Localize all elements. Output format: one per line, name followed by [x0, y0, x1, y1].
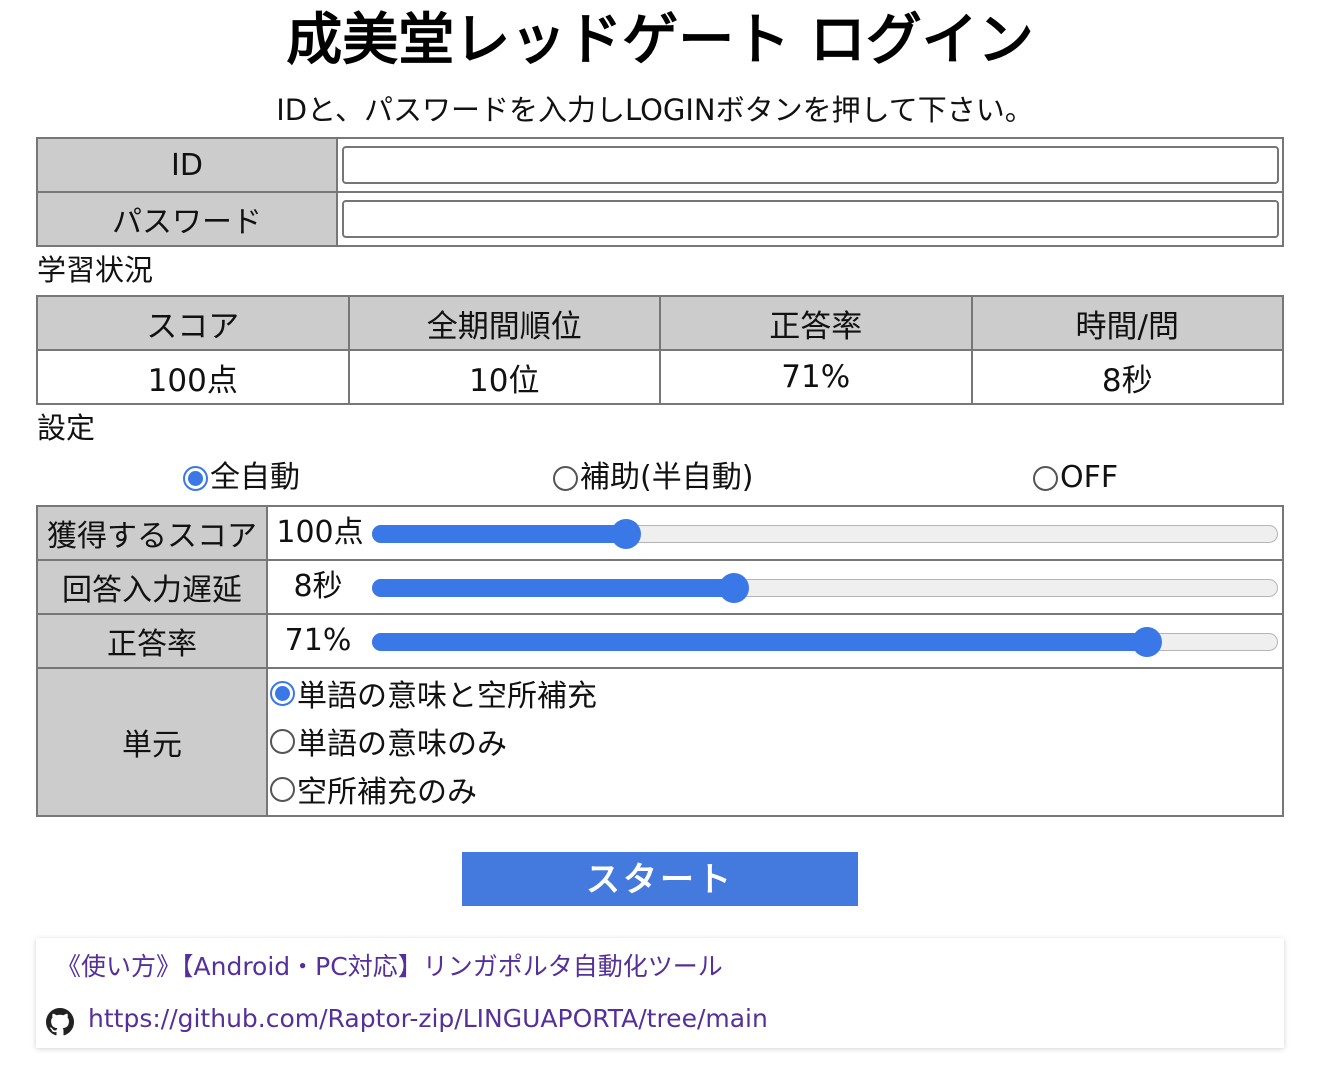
delay-slider-thumb[interactable]	[719, 573, 750, 603]
login-page: 成美堂レッドゲート ログイン IDと、パスワードを入力しLOGINボタンを押して…	[0, 0, 1326, 1084]
guide-link[interactable]: 《使い方》【Android・PC対応】リンガポルタ自動化ツール	[56, 947, 723, 987]
instruction-text: IDと、パスワードを入力しLOGINボタンを押して下さい。	[276, 93, 1034, 127]
unit-option-meaning-only[interactable]: 単語の意味のみ	[268, 717, 1282, 765]
github-link[interactable]: https://github.com/Raptor-zip/LINGUAPORT…	[88, 999, 768, 1039]
password-row: パスワード	[36, 191, 1284, 247]
unit-option-blank-only[interactable]: 空所補充のみ	[268, 765, 1282, 813]
unit-radio-meaning-only[interactable]	[270, 728, 295, 754]
password-input[interactable]	[342, 200, 1279, 238]
mode-radio-off[interactable]	[1033, 465, 1058, 491]
score-slider[interactable]	[372, 519, 1278, 549]
status-header-time: 時間/問	[970, 295, 1284, 351]
mode-label-full-auto: 全自動	[210, 460, 300, 495]
accuracy-setting-value: 71%	[284, 623, 352, 658]
mode-label-off: OFF	[1060, 460, 1119, 495]
start-button[interactable]: スタート	[462, 852, 858, 906]
accuracy-setting-label: 正答率	[36, 613, 268, 669]
score-setting-cell: 100点	[266, 505, 1284, 561]
status-header-row: スコア 全期間順位 正答率 時間/問	[36, 295, 1284, 351]
unit-label-meaning-only: 単語の意味のみ	[297, 727, 507, 762]
id-input[interactable]	[342, 146, 1279, 184]
score-setting-label: 獲得するスコア	[36, 505, 268, 561]
mode-label-assist: 補助(半自動)	[580, 460, 754, 495]
unit-row: 単元 単語の意味と空所補充 単語の意味のみ 空所補充のみ	[36, 667, 1284, 817]
unit-option-meaning-and-blank[interactable]: 単語の意味と空所補充	[268, 669, 1282, 717]
unit-setting-label: 単元	[36, 667, 268, 817]
delay-row: 回答入力遅延 8秒	[36, 559, 1284, 615]
delay-setting-label: 回答入力遅延	[36, 559, 268, 615]
password-label: パスワード	[36, 191, 338, 247]
status-value-time: 8秒	[970, 349, 1284, 405]
id-row: ID	[36, 137, 1284, 193]
page-title: 成美堂レッドゲート ログイン	[286, 8, 1034, 73]
delay-setting-value: 8秒	[293, 569, 343, 604]
delay-slider[interactable]	[372, 573, 1278, 603]
score-slider-fill	[372, 525, 626, 543]
accuracy-setting-cell: 71%	[266, 613, 1284, 669]
settings-section-label: 設定	[37, 411, 96, 445]
status-value-rank: 10位	[347, 349, 661, 405]
unit-label-blank-only: 空所補充のみ	[297, 775, 477, 810]
accuracy-slider[interactable]	[372, 627, 1278, 657]
unit-radio-group: 単語の意味と空所補充 単語の意味のみ 空所補充のみ	[266, 667, 1284, 817]
github-link-row: https://github.com/Raptor-zip/LINGUAPORT…	[46, 999, 768, 1039]
status-value-row: 100点 10位 71% 8秒	[36, 349, 1284, 405]
unit-label-meaning-and-blank: 単語の意味と空所補充	[297, 679, 597, 714]
id-label: ID	[36, 137, 338, 193]
github-icon	[46, 1008, 74, 1036]
accuracy-row: 正答率 71%	[36, 613, 1284, 669]
delay-slider-fill	[372, 579, 735, 597]
score-row: 獲得するスコア 100点	[36, 505, 1284, 561]
settings-table: 獲得するスコア 100点 回答入力遅延 8秒 正答率 71% 単元 単語の意味と…	[36, 505, 1284, 817]
footer-card: 《使い方》【Android・PC対応】リンガポルタ自動化ツール https://…	[36, 938, 1284, 1048]
delay-setting-cell: 8秒	[266, 559, 1284, 615]
score-slider-thumb[interactable]	[610, 519, 641, 549]
mode-radio-assist[interactable]	[553, 465, 578, 491]
status-header-rank: 全期間順位	[347, 295, 661, 351]
status-table: スコア 全期間順位 正答率 時間/問 100点 10位 71% 8秒	[36, 295, 1284, 405]
mode-radio-full-auto[interactable]	[183, 465, 208, 491]
id-field-cell	[336, 137, 1284, 193]
password-field-cell	[336, 191, 1284, 247]
status-section-label: 学習状況	[37, 253, 154, 287]
unit-radio-blank-only[interactable]	[270, 776, 295, 802]
unit-radio-meaning-and-blank[interactable]	[270, 680, 295, 706]
status-value-accuracy: 71%	[659, 349, 973, 405]
status-header-accuracy: 正答率	[659, 295, 973, 351]
accuracy-slider-thumb[interactable]	[1131, 627, 1162, 657]
status-header-score: スコア	[36, 295, 350, 351]
accuracy-slider-fill	[372, 633, 1147, 651]
mode-option-full-auto[interactable]: 全自動	[183, 458, 300, 498]
mode-option-off[interactable]: OFF	[1033, 458, 1118, 498]
score-setting-value: 100点	[276, 515, 364, 550]
status-value-score: 100点	[36, 349, 350, 405]
mode-radio-group: 全自動 補助(半自動) OFF	[0, 458, 1326, 498]
mode-option-assist[interactable]: 補助(半自動)	[553, 458, 753, 498]
login-table: ID パスワード	[36, 137, 1284, 247]
